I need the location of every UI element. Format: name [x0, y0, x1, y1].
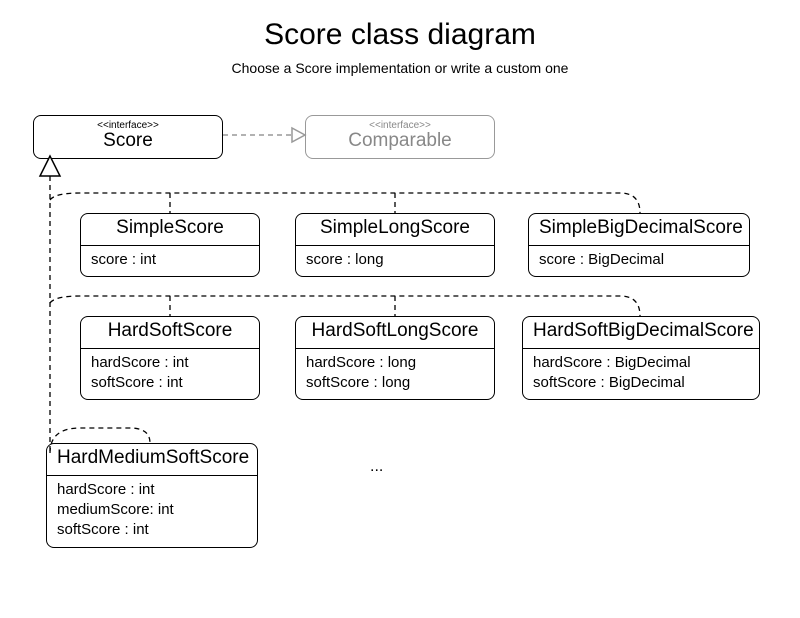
class-field: mediumScore: int — [57, 500, 247, 520]
class-simplescore: SimpleScore score : int — [80, 213, 260, 277]
class-field: score : long — [306, 250, 484, 270]
class-hardmediumsoftscore: HardMediumSoftScore hardScore : int medi… — [46, 443, 258, 548]
class-field: softScore : int — [57, 520, 247, 540]
class-name: HardSoftBigDecimalScore — [533, 321, 749, 342]
class-field: hardScore : long — [306, 353, 484, 373]
class-field: hardScore : int — [91, 353, 249, 373]
class-name: Comparable — [316, 131, 484, 152]
ellipsis: ... — [370, 458, 383, 476]
class-field: hardScore : BigDecimal — [533, 353, 749, 373]
class-hardsoftbigdecimalscore: HardSoftBigDecimalScore hardScore : BigD… — [522, 316, 760, 400]
class-name: SimpleScore — [91, 218, 249, 239]
class-field: softScore : long — [306, 373, 484, 393]
class-name: Score — [44, 131, 212, 152]
class-field: hardScore : int — [57, 480, 247, 500]
class-name: SimpleLongScore — [306, 218, 484, 239]
class-name: SimpleBigDecimalScore — [539, 218, 739, 239]
interface-comparable: <<interface>> Comparable — [305, 115, 495, 159]
class-name: HardMediumSoftScore — [57, 448, 247, 469]
class-name: HardSoftLongScore — [306, 321, 484, 342]
diagram-title: Score class diagram — [0, 18, 800, 52]
class-name: HardSoftScore — [91, 321, 249, 342]
class-field: softScore : BigDecimal — [533, 373, 749, 393]
class-simplebigdecimalscore: SimpleBigDecimalScore score : BigDecimal — [528, 213, 750, 277]
class-field: softScore : int — [91, 373, 249, 393]
class-hardsoftlongscore: HardSoftLongScore hardScore : long softS… — [295, 316, 495, 400]
diagram-subtitle: Choose a Score implementation or write a… — [0, 60, 800, 76]
class-field: score : BigDecimal — [539, 250, 739, 270]
class-field: score : int — [91, 250, 249, 270]
class-simplelongscore: SimpleLongScore score : long — [295, 213, 495, 277]
interface-score: <<interface>> Score — [33, 115, 223, 159]
class-hardsoftscore: HardSoftScore hardScore : int softScore … — [80, 316, 260, 400]
